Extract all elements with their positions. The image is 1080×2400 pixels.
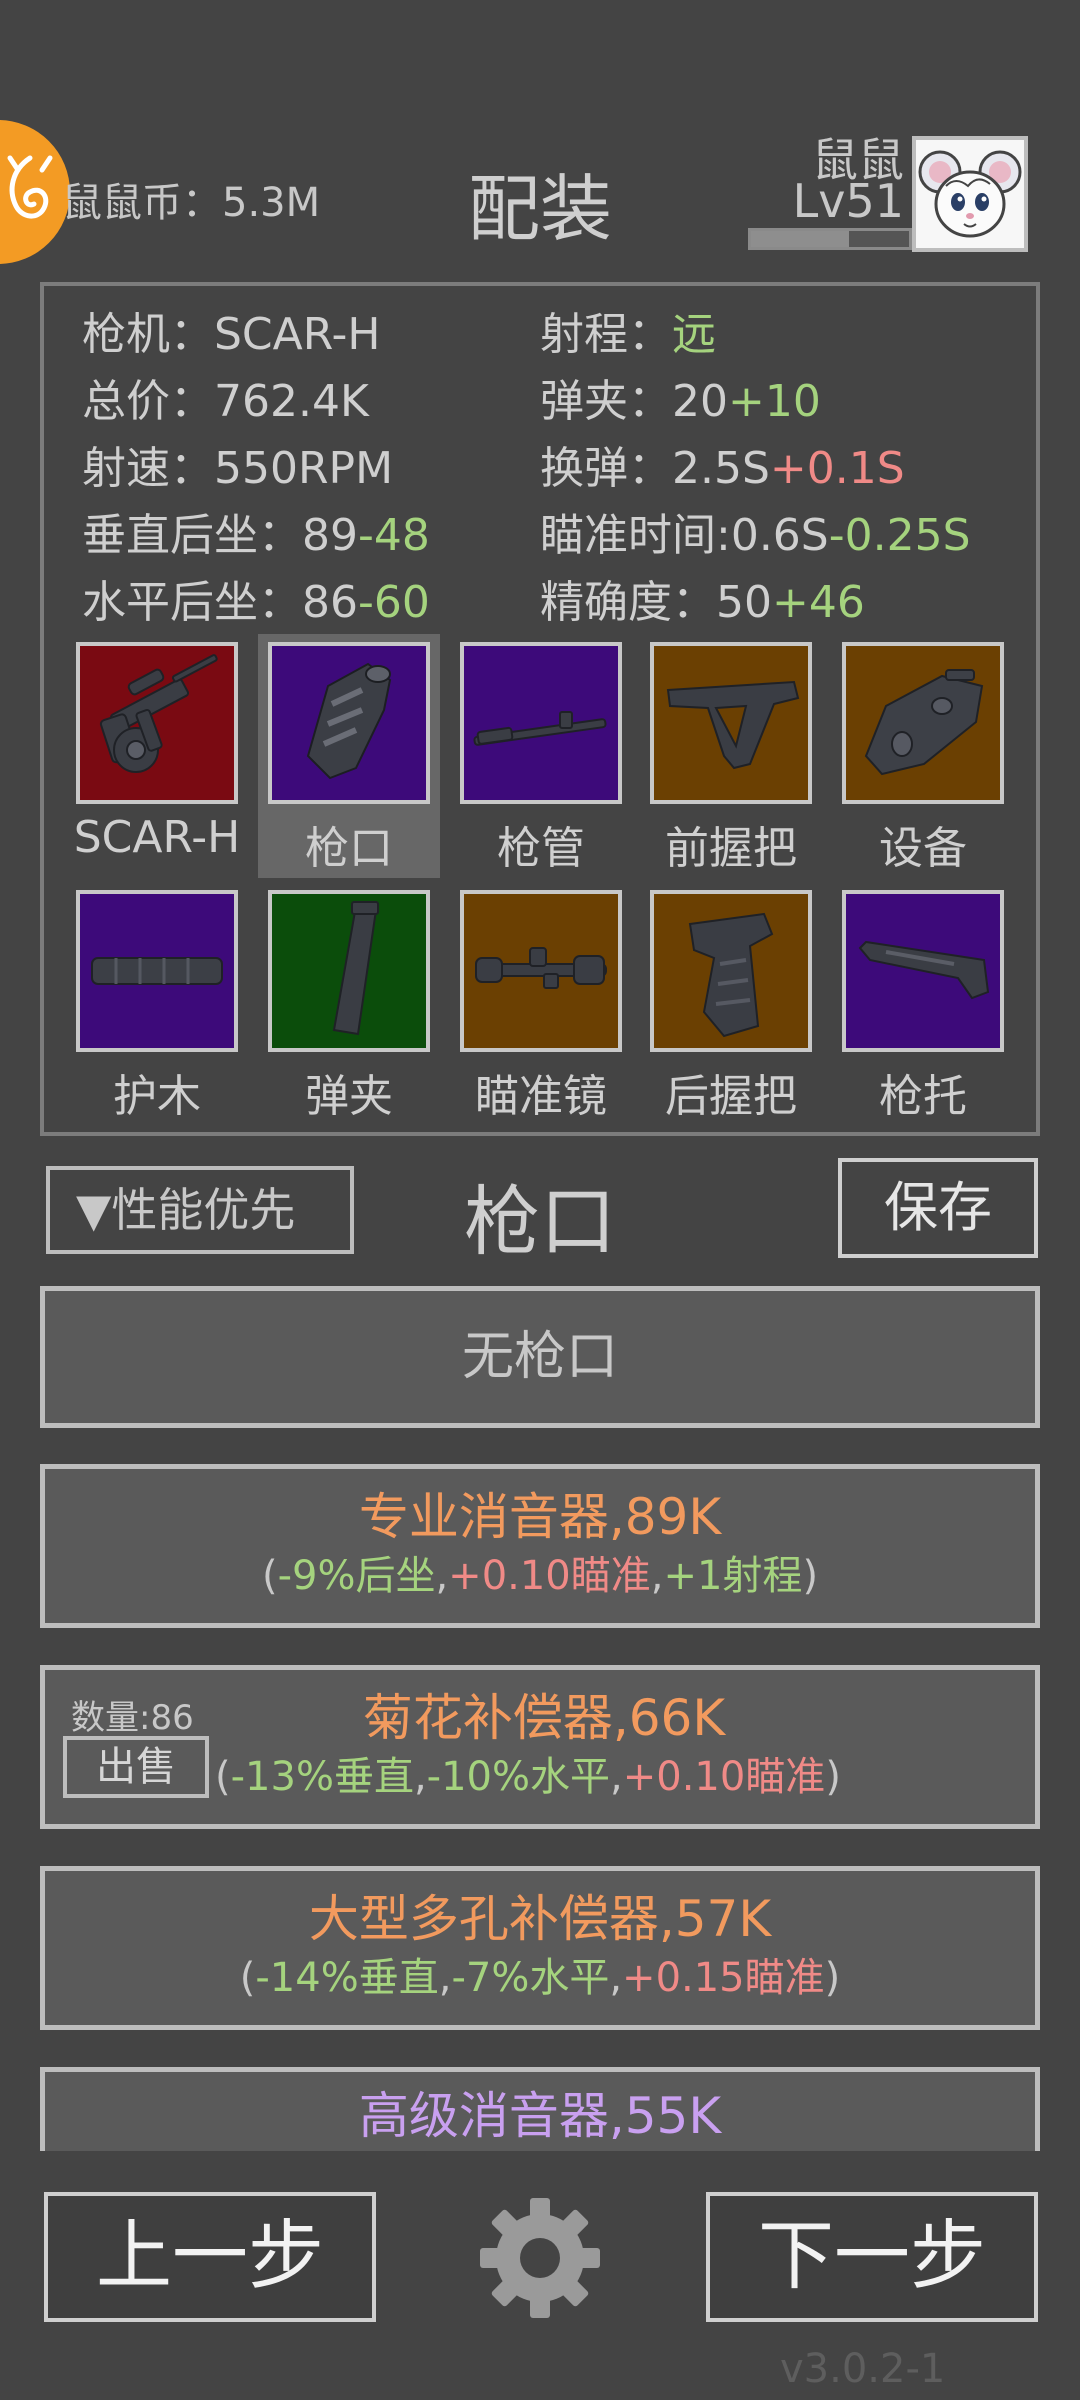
- slot-label-magazine: 弹夹: [305, 1071, 393, 1122]
- slot-label-foregrip: 前握把: [665, 823, 797, 874]
- stat-gun: 枪机：SCAR-H: [82, 309, 381, 360]
- scope-icon: [475, 947, 607, 989]
- slot-handguard[interactable]: [76, 890, 238, 1052]
- stat-accuracy: 精确度：50+46: [540, 577, 865, 628]
- slot-scope[interactable]: [460, 890, 622, 1052]
- stat-aim-time: 瞄准时间:0.6S-0.25S: [540, 510, 971, 561]
- item-none[interactable]: 无枪口: [40, 1286, 1040, 1428]
- stock-icon: [858, 940, 990, 1000]
- player-level: Lv51: [792, 174, 904, 228]
- item-advanced-suppressor[interactable]: 高级消音器,55K: [40, 2067, 1040, 2151]
- item-large-compensator[interactable]: 大型多孔补偿器,57K (-14%垂直,-7%水平,+0.15瞄准): [40, 1866, 1040, 2030]
- handguard-icon: [91, 957, 223, 985]
- stat-fire-rate: 射速：550RPM: [82, 443, 394, 494]
- slot-label-rear-grip: 后握把: [665, 1071, 797, 1122]
- section-title: 枪口: [464, 1177, 616, 1266]
- sort-dropdown[interactable]: ▼性能优先: [46, 1166, 354, 1254]
- settings-gear-icon[interactable]: [474, 2192, 606, 2324]
- pistol-grip-icon: [688, 912, 774, 1038]
- magazine-icon: [332, 901, 379, 1036]
- slot-rear-grip[interactable]: [650, 890, 812, 1052]
- avatar[interactable]: [912, 136, 1028, 252]
- item-quantity: 数量:86: [71, 1698, 194, 1738]
- item-name: 大型多孔补偿器,57K: [308, 1890, 772, 1948]
- slot-foregrip[interactable]: [650, 642, 812, 804]
- slot-label-handguard: 护木: [113, 1071, 201, 1122]
- stat-vertical-recoil: 垂直后坐：89-48: [82, 510, 430, 561]
- item-flower-compensator[interactable]: 数量:86 出售 菊花补偿器,66K (-13%垂直,-10%水平,+0.10瞄…: [40, 1665, 1040, 1829]
- stat-price: 总价：762.4K: [82, 376, 369, 427]
- slot-muzzle[interactable]: [268, 642, 430, 804]
- slot-barrel[interactable]: [460, 642, 622, 804]
- item-name: 高级消音器,55K: [358, 2087, 722, 2145]
- slot-label-stock: 枪托: [879, 1071, 967, 1122]
- slot-label-muzzle: 枪口: [305, 823, 393, 874]
- rifle-icon: [99, 654, 218, 773]
- version-label: v3.0.2-1: [780, 2346, 946, 2392]
- xp-progress-fill: [751, 231, 849, 247]
- slot-device[interactable]: [842, 642, 1004, 804]
- stat-range: 射程：远: [540, 309, 716, 360]
- slot-label-scope: 瞄准镜: [475, 1071, 607, 1122]
- tactical-device-icon: [864, 669, 984, 776]
- stat-magazine: 弹夹：20+10: [540, 376, 821, 427]
- next-step-button[interactable]: 下一步: [706, 2192, 1038, 2322]
- item-name: 专业消音器,89K: [358, 1488, 722, 1546]
- slot-label-device: 设备: [879, 823, 967, 874]
- barrel-icon: [473, 711, 607, 746]
- slot-label-gun: SCAR-H: [73, 812, 241, 863]
- slot-label-barrel: 枪管: [497, 823, 585, 874]
- item-pro-suppressor[interactable]: 专业消音器,89K (-9%后坐,+0.10瞄准,+1射程): [40, 1464, 1040, 1628]
- stat-reload: 换弹：2.5S+0.1S: [540, 443, 905, 494]
- mouse-avatar-icon: [916, 140, 1024, 248]
- item-effects: (-9%后坐,+0.10瞄准,+1射程): [261, 1553, 819, 1599]
- previous-step-button[interactable]: 上一步: [44, 2192, 376, 2322]
- slot-magazine[interactable]: [268, 890, 430, 1052]
- sell-button[interactable]: 出售: [63, 1736, 209, 1798]
- angled-foregrip-icon: [666, 680, 800, 770]
- xp-progress-bar: [748, 228, 912, 250]
- item-effects: (-14%垂直,-7%水平,+0.15瞄准): [239, 1955, 841, 2001]
- save-button[interactable]: 保存: [838, 1158, 1038, 1258]
- muzzle-brake-icon: [306, 662, 392, 780]
- item-none-label: 无枪口: [461, 1327, 618, 1387]
- slot-gun-scar-h[interactable]: [76, 642, 238, 804]
- slot-stock[interactable]: [842, 890, 1004, 1052]
- stat-horizontal-recoil: 水平后坐：86-60: [82, 577, 430, 628]
